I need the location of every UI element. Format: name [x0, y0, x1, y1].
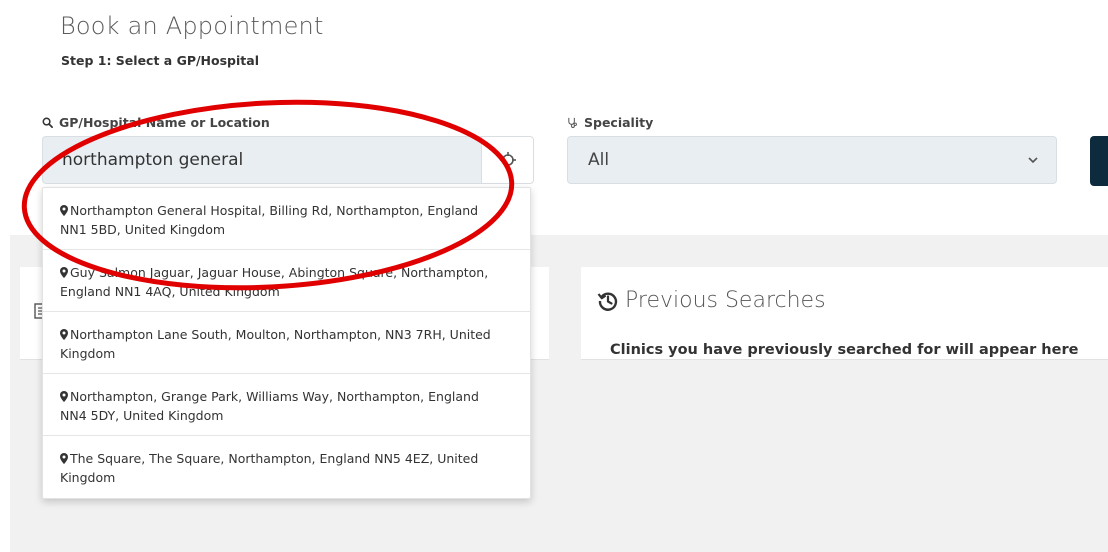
suggestion-item[interactable]: Northampton, Grange Park, Williams Way, …: [43, 374, 530, 436]
chevron-down-icon: [1028, 157, 1038, 164]
stethoscope-icon: [568, 117, 577, 128]
suggestion-item[interactable]: The Square, The Square, Northampton, Eng…: [43, 436, 530, 498]
suggestion-item[interactable]: Northampton Lane South, Moulton, Northam…: [43, 312, 530, 374]
previous-searches-description: Clinics you have previously searched for…: [610, 342, 1079, 358]
search-field-label: GP/Hospital Name or Location: [42, 115, 270, 130]
suggestion-text: Northampton General Hospital, Billing Rd…: [60, 203, 479, 237]
step-label: Step 1: Select a GP/Hospital: [61, 53, 259, 68]
search-button[interactable]: [1090, 136, 1108, 186]
suggestion-item[interactable]: Guy Salmon Jaguar, Jaguar House, Abingto…: [43, 250, 530, 312]
speciality-field-label: Speciality: [567, 115, 653, 130]
previous-searches-card: Previous Searches Clinics you have previ…: [581, 267, 1108, 360]
map-pin-icon: [60, 205, 68, 216]
map-pin-icon: [60, 453, 68, 464]
page-title: Book an Appointment: [60, 12, 324, 40]
speciality-select[interactable]: All: [567, 136, 1057, 184]
map-pin-icon: [60, 329, 68, 340]
autocomplete-dropdown: Northampton General Hospital, Billing Rd…: [42, 187, 531, 499]
suggestion-text: Guy Salmon Jaguar, Jaguar House, Abingto…: [60, 265, 489, 299]
search-input[interactable]: [42, 136, 482, 184]
locate-me-button[interactable]: [481, 136, 534, 184]
previous-searches-title: Previous Searches: [625, 288, 826, 313]
map-pin-icon: [60, 267, 68, 278]
previous-searches-heading: Previous Searches: [597, 288, 826, 313]
suggestion-text: Northampton Lane South, Moulton, Northam…: [60, 327, 491, 361]
suggestion-text: Northampton, Grange Park, Williams Way, …: [60, 389, 479, 423]
search-icon: [42, 117, 53, 128]
speciality-label-text: Speciality: [584, 115, 654, 130]
suggestion-item[interactable]: Northampton General Hospital, Billing Rd…: [43, 188, 530, 250]
search-label-text: GP/Hospital Name or Location: [59, 115, 270, 130]
suggestion-text: The Square, The Square, Northampton, Eng…: [60, 451, 479, 485]
crosshair-icon: [499, 152, 516, 168]
speciality-selected-value: All: [588, 150, 610, 170]
history-icon: [597, 292, 618, 311]
map-pin-icon: [60, 391, 68, 402]
